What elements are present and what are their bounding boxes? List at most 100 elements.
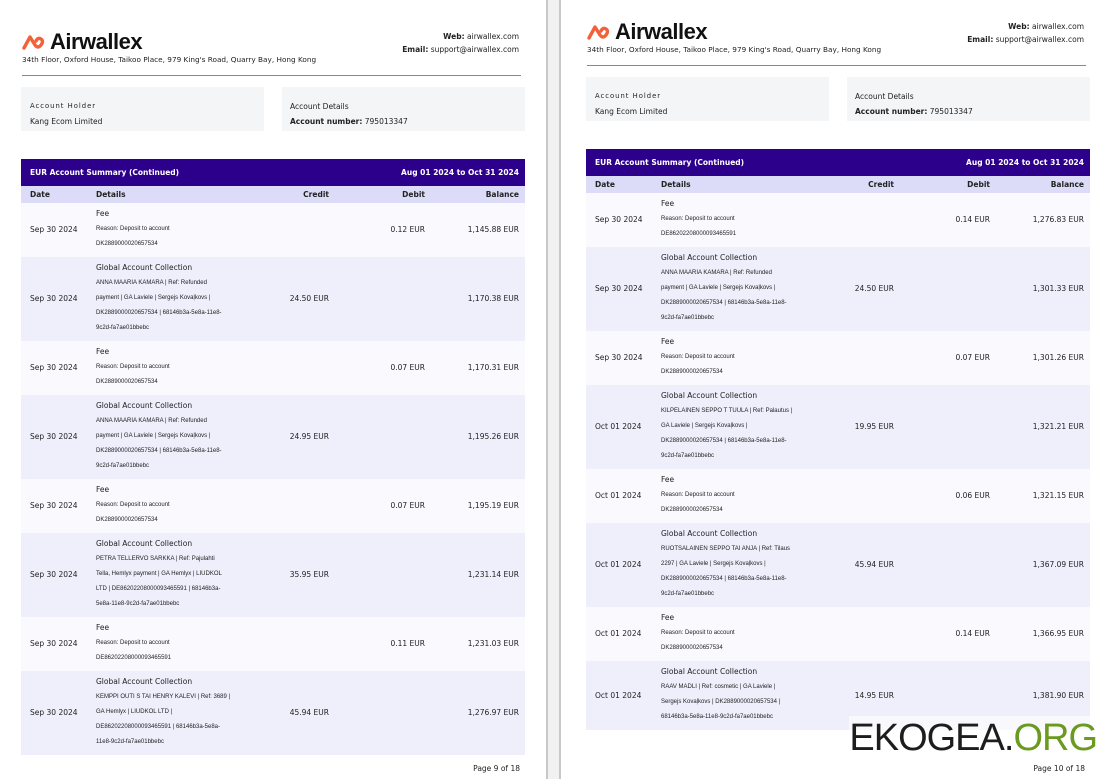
web-label: Web:: [1008, 22, 1030, 31]
details-line: 68146b3a-5e8a-11e8-9c2d-fa7ae01bbebc: [661, 714, 773, 720]
credit-amount: 24.95 EUR: [289, 432, 329, 441]
details-line: GA Hemlyx | LIUDKOL LTD |: [96, 709, 173, 715]
web-link[interactable]: airwallex.com: [1032, 22, 1084, 31]
details-line: 9c2d-fa7ae01bbebc: [96, 463, 150, 469]
transaction-date: Sep 30 2024: [30, 363, 78, 372]
watermark-tld: ORG: [1013, 717, 1098, 759]
email-link[interactable]: support@airwallex.com: [431, 45, 519, 54]
transaction-type: Global Account Collection: [661, 253, 758, 262]
credit-amount: 24.50 EUR: [854, 284, 894, 293]
column-header-balance: Balance: [485, 190, 519, 199]
debit-amount: 0.14 EUR: [955, 629, 990, 638]
debit-amount: 0.07 EUR: [390, 363, 425, 372]
balance-amount: 1,276.97 EUR: [467, 708, 519, 717]
details-line: Reason: Deposit to account: [96, 364, 170, 370]
transaction-details: Fee Reason: Deposit to account DK288900002…: [661, 469, 841, 523]
transaction-details: Global Account Collection PETRA TELLERVO …: [96, 533, 276, 617]
transaction-details: Global Account Collection ANNA MAARIA KAM…: [96, 395, 276, 479]
transaction-details: Fee Reason: Deposit to account DK288900002…: [96, 479, 276, 533]
transaction-details: Fee Reason: Deposit to account DE862022080…: [96, 617, 276, 671]
transaction-date: Oct 01 2024: [595, 629, 642, 638]
column-header-details: Details: [661, 180, 691, 189]
details-line: KILPELAINEN SEPPO T TUULA | Ref: Palautu…: [661, 408, 793, 414]
page-separator: [546, 0, 561, 779]
email-link[interactable]: support@airwallex.com: [996, 35, 1084, 44]
company-address: 34th Floor, Oxford House, Taikoo Place, …: [587, 45, 882, 54]
debit-amount: 0.11 EUR: [390, 639, 425, 648]
column-header-date: Date: [595, 180, 615, 189]
airwallex-logo-icon: [587, 25, 610, 40]
balance-amount: 1,195.26 EUR: [467, 432, 519, 441]
details-line: 11e8-9c2d-fa7ae01bbebc: [96, 739, 164, 745]
details-line: Reason: Deposit to account: [661, 354, 735, 360]
airwallex-logo: Airwallex: [587, 19, 708, 45]
details-line: 5e8a-11e8-9c2d-fa7ae01bbebc: [96, 601, 180, 607]
contact-info: Web: airwallex.com Email: support@airwal…: [402, 30, 519, 56]
details-line: 9c2d-fa7ae01bbebc: [661, 315, 715, 321]
balance-amount: 1,276.83 EUR: [1032, 215, 1084, 224]
details-line: payment | GA Laviele | Sergejs Kovaļkovs…: [96, 295, 211, 301]
account-holder-box: Account Holder Kang Ecom Limited: [586, 77, 829, 121]
details-line: DK2889000020657534: [661, 369, 723, 375]
balance-amount: 1,321.15 EUR: [1032, 491, 1084, 500]
details-line: DK2889000020657534 | 68146b3a-5e8a-11e8-: [96, 310, 222, 316]
email-label: Email:: [402, 45, 429, 54]
transaction-row: Oct 01 2024 Global Account Collection RUOT…: [586, 523, 1090, 607]
watermark-main: EKOGEA.: [849, 717, 1014, 759]
transaction-date: Sep 30 2024: [595, 215, 643, 224]
email-label: Email:: [967, 35, 994, 44]
column-header-debit: Debit: [402, 190, 425, 199]
details-line: DK2889000020657534 | 68146b3a-5e8a-11e8-: [661, 438, 787, 444]
account-holder-label: Account Holder: [595, 92, 662, 100]
details-line: KEMPPI OUTI S TAI HENRY KALEVI | Ref: 36…: [96, 694, 231, 700]
statement-period: Aug 01 2024 to Oct 31 2024: [401, 168, 519, 177]
account-holder-name: Kang Ecom Limited: [30, 117, 103, 126]
balance-amount: 1,231.03 EUR: [467, 639, 519, 648]
details-line: RUOTSALAINEN SEPPO TAI ANJA | Ref: Tilau…: [661, 546, 791, 552]
company-address: 34th Floor, Oxford House, Taikoo Place, …: [22, 55, 317, 64]
contact-info: Web: airwallex.com Email: support@airwal…: [967, 20, 1084, 46]
transaction-date: Sep 30 2024: [30, 294, 78, 303]
header-divider: [587, 65, 1086, 66]
transaction-type: Global Account Collection: [661, 391, 758, 400]
details-line: Reason: Deposit to account: [661, 492, 735, 498]
credit-amount: 14.95 EUR: [854, 690, 894, 700]
balance-amount: 1,170.31 EUR: [467, 363, 519, 372]
transaction-type: Fee: [661, 613, 675, 622]
airwallex-logo-icon: [22, 35, 45, 50]
details-line: DK2889000020657534: [96, 241, 158, 247]
details-line: ANNA MAARIA KAMARA | Ref: Refunded: [96, 280, 207, 286]
balance-amount: 1,381.90 EUR: [1032, 690, 1084, 700]
column-header-balance: Balance: [1050, 180, 1084, 189]
details-line: RAAV MADLI | Ref: cosmetic | GA Laviele …: [661, 684, 776, 690]
transaction-date: Sep 30 2024: [30, 501, 78, 510]
transaction-row: Sep 30 2024 Fee Reason: Deposit to account…: [21, 203, 525, 257]
transaction-date: Sep 30 2024: [30, 432, 78, 441]
transaction-row: Sep 30 2024 Global Account Collection PETR…: [21, 533, 525, 617]
credit-amount: 35.95 EUR: [289, 570, 329, 579]
transaction-date: Sep 30 2024: [30, 708, 78, 717]
web-link[interactable]: airwallex.com: [467, 32, 519, 41]
credit-amount: 24.50 EUR: [289, 294, 329, 303]
transaction-details: Global Account Collection ANNA MAARIA KAM…: [96, 257, 276, 341]
details-line: Reason: Deposit to account: [661, 216, 735, 222]
transaction-details: Fee Reason: Deposit to account DK288900002…: [661, 331, 841, 385]
transaction-row: Sep 30 2024 Fee Reason: Deposit to account…: [586, 193, 1090, 247]
details-line: DK2889000020657534: [96, 379, 158, 385]
credit-amount: 45.94 EUR: [289, 708, 329, 717]
details-line: Reason: Deposit to account: [96, 502, 170, 508]
column-header-date: Date: [30, 190, 50, 199]
account-summary-table: EUR Account Summary (Continued) Aug 01 2…: [21, 159, 525, 755]
details-line: DK2889000020657534: [661, 507, 723, 513]
details-line: payment | GA Laviele | Sergejs Kovaļkovs…: [96, 433, 211, 439]
balance-amount: 1,321.21 EUR: [1032, 422, 1084, 431]
statement-page-9: Airwallex 34th Floor, Oxford House, Taik…: [0, 0, 544, 779]
debit-amount: 0.06 EUR: [955, 491, 990, 500]
transaction-row: Sep 30 2024 Fee Reason: Deposit to account…: [586, 331, 1090, 385]
transaction-type: Fee: [661, 199, 675, 208]
account-holder-label: Account Holder: [30, 102, 97, 110]
column-header-details: Details: [96, 190, 126, 199]
column-header-credit: Credit: [868, 180, 894, 189]
transaction-type: Global Account Collection: [661, 529, 758, 538]
details-line: 9c2d-fa7ae01bbebc: [661, 453, 715, 459]
